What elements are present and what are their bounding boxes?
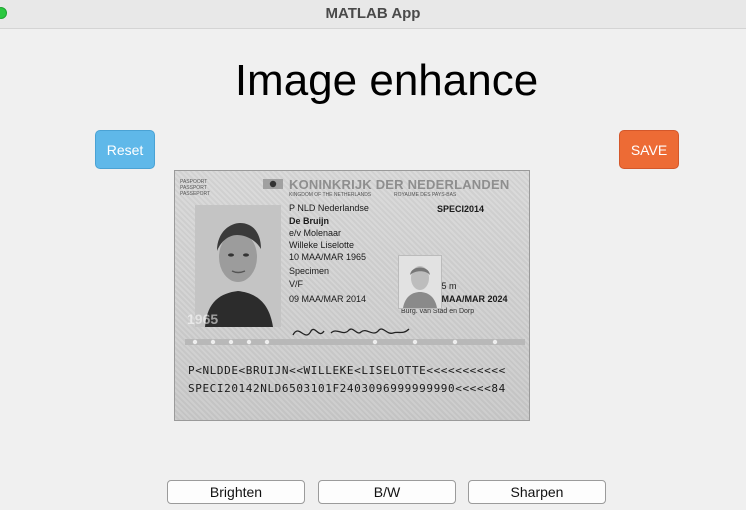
- title-bar: MATLAB App: [0, 0, 746, 29]
- passport-mrz-line-1: P<NLDDE<BRUIJN<<WILLEKE<LISELOTTE<<<<<<<…: [188, 364, 506, 377]
- passport-place: Specimen: [289, 266, 330, 276]
- window-title: MATLAB App: [325, 5, 421, 22]
- passport-image: PASPOORT PASSPORT PASSEPORT KONINKRIJK D…: [174, 170, 530, 421]
- passport-type-label: PASPOORT PASSPORT PASSEPORT: [180, 179, 211, 197]
- reset-button[interactable]: Reset: [95, 130, 155, 169]
- passport-spouse: e/v Molenaar: [289, 228, 342, 238]
- passport-emblem-icon: [263, 179, 283, 189]
- passport-surname: De Bruijn: [289, 216, 330, 226]
- passport-document-number: SPECI2014: [437, 204, 485, 214]
- passport-ghost-photo: [398, 255, 442, 309]
- bw-button[interactable]: B/W: [318, 480, 456, 504]
- passport-hologram-strip: [185, 339, 525, 345]
- passport-given-names: Willeke Liselotte: [289, 240, 355, 250]
- save-button[interactable]: SAVE: [619, 130, 679, 169]
- app-title: Image enhance: [234, 56, 539, 105]
- passport-photo: [195, 205, 281, 327]
- passport-sex: V/F: [289, 279, 304, 289]
- passport-nationality: P NLD Nederlandse: [289, 203, 369, 213]
- passport-authority: Burg. van Stad en Dorp: [401, 308, 475, 315]
- sharpen-button[interactable]: Sharpen: [468, 480, 606, 504]
- passport-mrz-line-2: SPECI20142NLD6503101F2403096999999990<<<…: [188, 382, 506, 395]
- passport-issue-date: 09 MAA/MAR 2014: [289, 294, 367, 304]
- passport-royaume: ROYAUME DES PAYS-BAS: [394, 192, 457, 198]
- passport-kingdom: KINGDOM OF THE NETHERLANDS: [289, 192, 372, 198]
- passport-photo-year: 1965: [187, 311, 219, 327]
- passport-birth-date: 10 MAA/MAR 1965: [289, 252, 367, 262]
- brighten-button[interactable]: Brighten: [167, 480, 305, 504]
- passport-header: KONINKRIJK DER NEDERLANDEN: [289, 177, 510, 192]
